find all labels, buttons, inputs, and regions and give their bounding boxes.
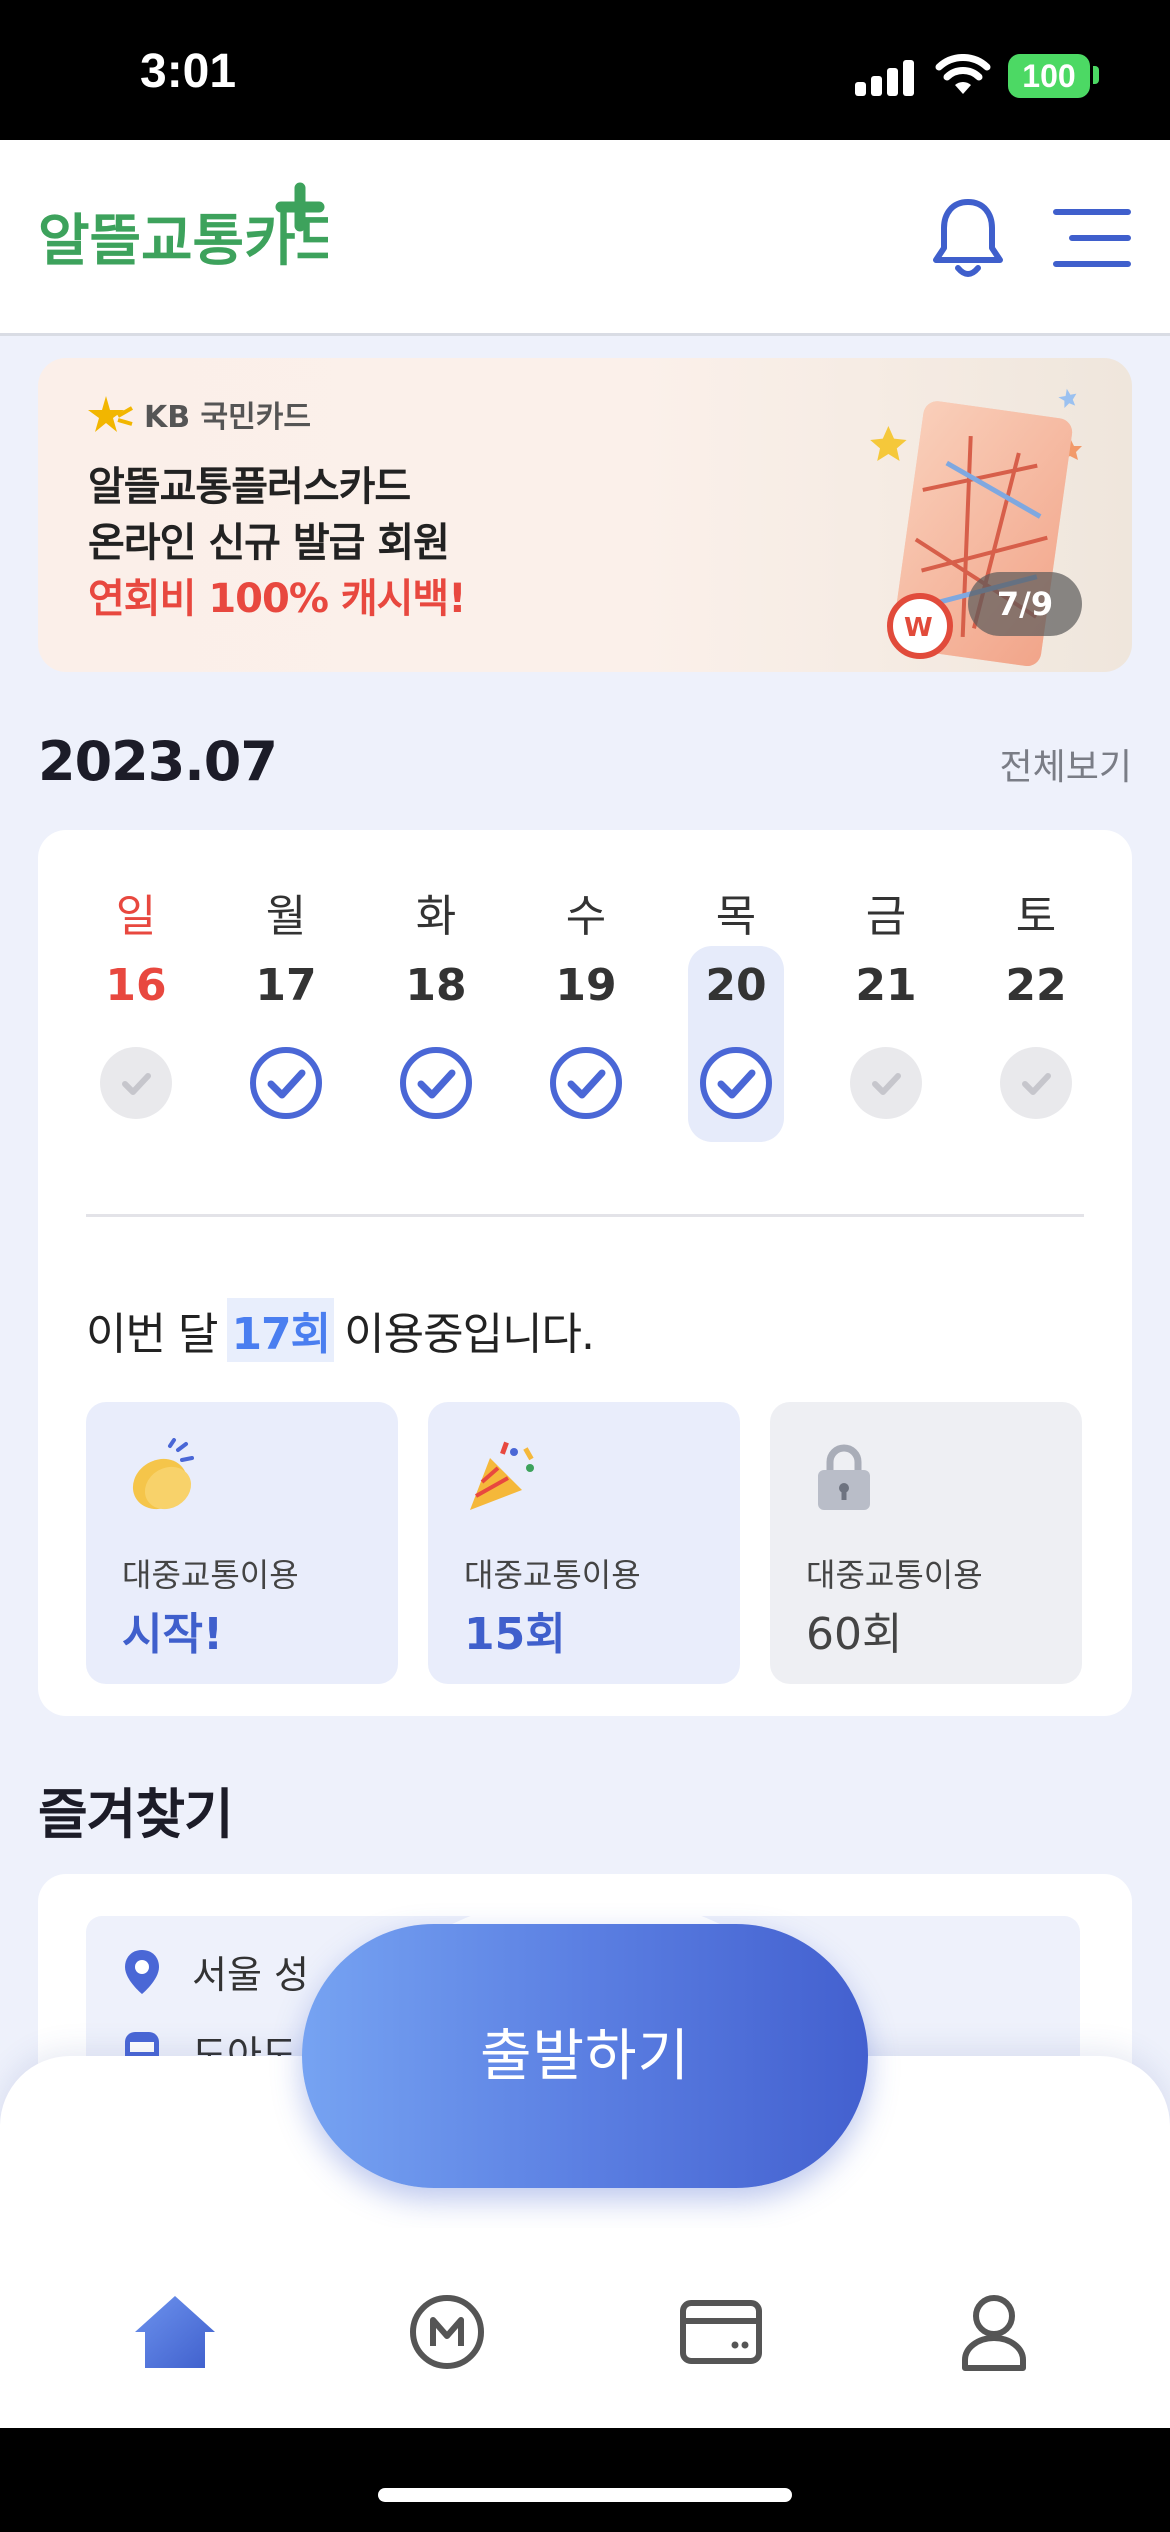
battery-indicator: 100 [1008, 54, 1090, 98]
badge-start[interactable]: 대중교통이용 시작! [86, 1402, 398, 1684]
check-circle-icon [700, 1047, 772, 1119]
status-bar: 3:01 100 [0, 0, 1170, 140]
banner-headline-3: 연회비 100% 캐시백! [88, 576, 466, 622]
usage-prefix: 이번 달 [86, 1309, 218, 1360]
date-number[interactable]: 16 [86, 960, 186, 1011]
check-circle-icon [400, 1047, 472, 1119]
date-number[interactable]: 17 [236, 960, 336, 1011]
lock-icon [818, 1444, 870, 1510]
tab-home[interactable] [115, 2272, 235, 2392]
badge-value: 60회 [806, 1609, 903, 1660]
banner-page-counter: 7/9 [968, 572, 1082, 636]
banner-brand-text: KB 국민카드 [144, 400, 311, 435]
menu-icon[interactable] [1052, 206, 1132, 270]
banner-brand: KB 국민카드 [88, 392, 311, 436]
banner-headline-1: 알뜰교통플러스카드 [88, 464, 411, 510]
check-circle-icon [550, 1047, 622, 1119]
weekday-label: 금 [865, 891, 907, 942]
tab-card[interactable] [661, 2272, 781, 2392]
check-circle-empty-icon [1000, 1047, 1072, 1119]
usage-suffix: 이용중입니다. [344, 1309, 595, 1360]
logo-text: 알뜰교통카드 [38, 209, 328, 274]
weekday-label: 일 [115, 891, 157, 942]
check-circle-empty-icon [100, 1047, 172, 1119]
home-icon [135, 2296, 215, 2368]
wifi-icon [935, 54, 991, 94]
badge-label: 대중교통이용 [122, 1556, 299, 1594]
party-popper-icon [470, 1441, 534, 1510]
weekday-label: 토 [1015, 891, 1057, 942]
date-number[interactable]: 20 [686, 960, 786, 1011]
check-circle-icon [250, 1047, 322, 1119]
start-button[interactable]: 출발하기 [302, 1924, 868, 2188]
favorite-origin-text: 서울 성 [192, 1953, 309, 1997]
badge-15-rides[interactable]: 대중교통이용 15회 [428, 1402, 740, 1684]
date-number[interactable]: 22 [986, 960, 1086, 1011]
banner-headline-2: 온라인 신규 발급 회원 [88, 520, 450, 566]
home-indicator-area [0, 2428, 1170, 2532]
profile-icon [962, 2295, 1026, 2371]
date-number[interactable]: 19 [536, 960, 636, 1011]
view-all-link[interactable]: 전체보기 [1000, 738, 1132, 790]
badge-value: 시작! [122, 1609, 224, 1660]
mileage-icon [410, 2295, 484, 2369]
badge-label: 대중교통이용 [464, 1556, 641, 1594]
usage-count: 17회 [227, 1298, 335, 1362]
date-number[interactable]: 21 [836, 960, 936, 1011]
favorites-title: 즐겨찾기 [38, 1783, 234, 1846]
date-number[interactable]: 18 [386, 960, 486, 1011]
monthly-usage-text: 이번 달 17회 이용중입니다. [86, 1298, 595, 1362]
weekday-label: 화 [415, 891, 457, 942]
app-logo[interactable]: 알뜰교통카드 [38, 182, 328, 282]
weekday-label: 월 [265, 891, 307, 942]
favorite-row: 서울 성 [122, 1944, 309, 1999]
promo-banner[interactable]: KB 국민카드 알뜰교통플러스카드 온라인 신규 발급 회원 연회비 100% … [38, 358, 1132, 672]
home-indicator[interactable] [378, 2488, 792, 2502]
clapping-hands-icon [132, 1438, 194, 1510]
calendar-card: 일 16 월 17 화 18 수 19 목 20 금 21 토 22 이번 달 17회 이용중입니다. 대… [38, 830, 1132, 1716]
app-header: 알뜰교통카드 [0, 140, 1170, 336]
kb-star-icon [88, 396, 133, 432]
battery-nub [1093, 66, 1099, 84]
weekday-label: 목 [715, 891, 757, 942]
status-time: 3:01 [140, 45, 237, 98]
location-pin-icon [125, 1949, 159, 1994]
tab-mileage[interactable] [387, 2272, 507, 2392]
badge-label: 대중교통이용 [806, 1556, 983, 1594]
tab-profile[interactable] [934, 2272, 1054, 2392]
bell-icon[interactable] [932, 196, 1004, 282]
card-icon [680, 2300, 762, 2364]
tab-bar [0, 2228, 1170, 2428]
svg-text:W: W [904, 613, 933, 643]
divider [86, 1214, 1084, 1217]
badge-60-rides[interactable]: 대중교통이용 60회 [770, 1402, 1082, 1684]
badge-value: 15회 [464, 1609, 566, 1660]
month-title: 2023.07 [38, 730, 278, 793]
signal-icon [855, 58, 915, 96]
check-circle-empty-icon [850, 1047, 922, 1119]
weekday-label: 수 [565, 891, 607, 942]
